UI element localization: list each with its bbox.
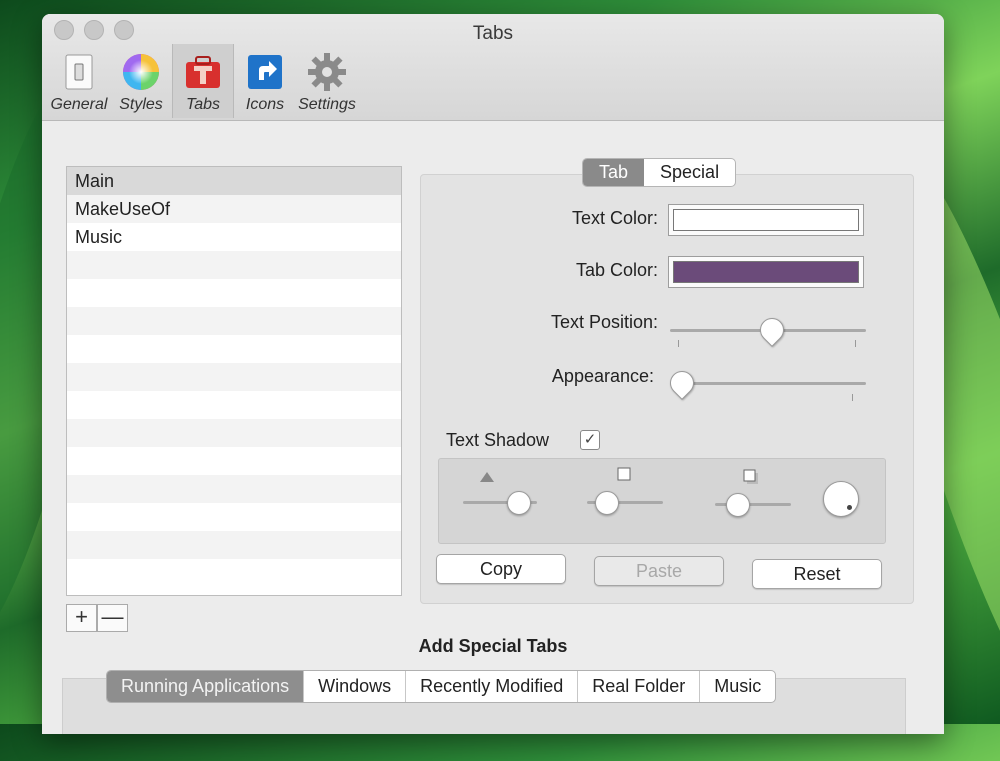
segment-tab[interactable]: Tab [583,159,645,186]
appearance-track[interactable] [670,382,866,385]
toolbar-settings-button[interactable]: Settings [296,44,358,118]
toolbar-general-button[interactable]: General [48,44,110,118]
shadow-angle-dial[interactable] [823,481,859,517]
empty-row [67,391,401,419]
tab-list[interactable]: Main MakeUseOf Music [66,166,402,596]
text-color-label: Text Color: [571,208,658,228]
shortcut-arrow-icon [248,55,282,89]
shadow-size-slider-knob[interactable] [595,491,620,515]
segment-running-applications[interactable]: Running Applications [107,671,304,702]
preferences-window: Tabs General Styles Tabs Icons Settings … [42,14,944,734]
paste-button[interactable]: Paste [594,556,724,586]
copy-button[interactable]: Copy [436,554,566,584]
text-color-well[interactable] [668,204,864,236]
empty-row [67,251,401,279]
list-item[interactable]: Music [67,223,401,251]
color-wheel-icon [123,54,159,90]
list-item[interactable]: MakeUseOf [67,195,401,223]
tab-special-segmented-control: Tab Special [582,158,737,187]
empty-row [67,531,401,559]
shadow-offset-triangle-icon [480,472,494,482]
empty-row [67,307,401,335]
segment-windows[interactable]: Windows [303,671,405,702]
slider-tick [852,394,853,401]
text-color-swatch [673,209,859,231]
switch-icon [65,54,93,90]
list-item[interactable]: Main [67,167,401,195]
text-shadow-label: Text Shadow [446,430,550,450]
add-tab-button[interactable]: + [66,604,97,632]
empty-row [67,419,401,447]
toolbar-styles-button[interactable]: Styles [110,44,172,118]
empty-row [67,475,401,503]
reset-button[interactable]: Reset [752,559,882,589]
segment-real-folder[interactable]: Real Folder [577,671,699,702]
empty-row [67,363,401,391]
shadow-size-square-icon [617,467,631,481]
segment-recently-modified[interactable]: Recently Modified [405,671,577,702]
empty-row [67,335,401,363]
preferences-toolbar: General Styles Tabs Icons Settings [48,44,358,118]
toolbar-tabs-button[interactable]: Tabs [172,44,234,118]
gear-icon [308,53,346,91]
tab-color-label: Tab Color: [575,260,658,280]
shadow-blur-slider-knob[interactable] [725,493,750,517]
segment-special[interactable]: Special [644,159,735,186]
empty-row [67,447,401,475]
remove-tab-button[interactable]: — [97,604,128,632]
toolbar-label: General [50,96,108,113]
text-position-label: Text Position: [550,312,658,332]
appearance-label: Appearance: [551,366,654,386]
tab-color-swatch [673,261,859,283]
shadow-blur-squares-icon [743,469,758,484]
empty-row [67,279,401,307]
toolbar-icons-button[interactable]: Icons [234,44,296,118]
toolbar-label: Icons [245,96,285,113]
text-shadow-controls [438,458,886,544]
empty-row [67,559,401,587]
shadow-offset-slider-knob[interactable] [507,491,532,515]
toolbar-label: Tabs [185,96,221,113]
slider-tick [678,340,679,347]
empty-row [67,503,401,531]
list-controls: + — [66,604,128,632]
toolbox-icon [186,56,220,88]
dial-indicator [847,505,852,510]
segment-music[interactable]: Music [699,671,775,702]
toolbar-label: Styles [119,96,163,113]
add-special-tabs-title: Add Special Tabs [418,636,568,656]
toolbar-label: Settings [298,96,356,113]
title-bar: Tabs General Styles Tabs Icons Settings [42,14,944,121]
text-shadow-checkbox[interactable]: ✓ [580,430,600,450]
tab-color-well[interactable] [668,256,864,288]
window-title: Tabs [472,23,514,44]
special-tabs-segmented-control: Running Applications Windows Recently Mo… [106,670,777,703]
slider-tick [855,340,856,347]
